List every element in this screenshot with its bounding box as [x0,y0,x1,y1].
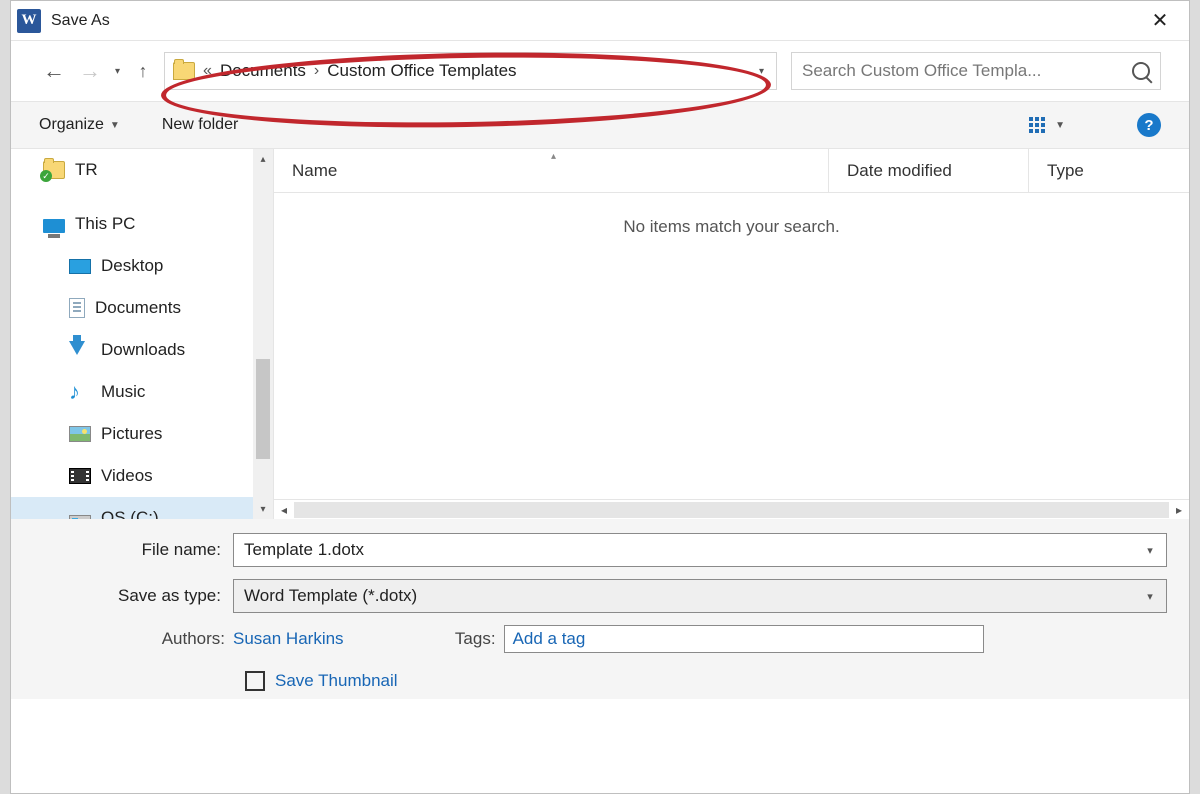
tags-label: Tags: [444,629,504,649]
view-grid-icon [1029,117,1045,133]
column-type[interactable]: Type [1029,149,1189,192]
tree-item-documents[interactable]: Documents [11,287,273,329]
file-list-header: Name ▴ Date modified Type [274,149,1189,193]
nav-forward-button[interactable]: → [75,56,105,86]
new-folder-button[interactable]: New folder [162,116,238,134]
pictures-icon [69,426,91,442]
tree-item-downloads[interactable]: Downloads [11,329,273,371]
pc-icon [43,219,65,233]
tree-item-tr[interactable]: TR [11,149,273,191]
nav-up-button[interactable]: ↑ [128,56,158,86]
organize-button[interactable]: Organize ▼ [39,116,120,134]
tags-input[interactable]: Add a tag [504,625,984,653]
desktop-icon [69,259,91,274]
scroll-right-icon[interactable]: ▸ [1169,503,1189,517]
authors-label: Authors: [133,629,233,649]
music-icon: ♪ [69,383,91,401]
filename-label: File name: [33,540,233,560]
chevron-down-icon: ▼ [1055,120,1065,131]
scroll-thumb[interactable] [256,359,270,459]
scroll-up-icon[interactable]: ▴ [253,149,273,169]
scroll-track[interactable] [294,502,1169,518]
breadcrumb-custom-templates[interactable]: Custom Office Templates [321,61,522,81]
savetype-select[interactable]: Word Template (*.dotx) ▾ [233,579,1167,613]
document-icon [69,298,85,318]
empty-message: No items match your search. [274,193,1189,499]
file-list: Name ▴ Date modified Type No items match… [273,149,1189,519]
tree-item-desktop[interactable]: Desktop [11,245,273,287]
folder-icon [173,62,195,80]
breadcrumb-documents[interactable]: Documents [214,61,312,81]
videos-icon [69,468,91,484]
drive-icon [69,515,91,519]
folder-tree[interactable]: TR This PC Desktop Documents Downloads ♪ [11,149,273,519]
chevron-right-icon: › [314,62,319,80]
breadcrumb-prefix: « [203,62,212,80]
chevron-down-icon: ▼ [110,120,120,131]
chevron-down-icon[interactable]: ▾ [1138,538,1162,562]
tree-item-this-pc[interactable]: This PC [11,203,273,245]
window-title: Save As [51,12,1137,30]
search-input[interactable]: Search Custom Office Templa... [791,52,1161,90]
tree-item-music[interactable]: ♪ Music [11,371,273,413]
tree-item-videos[interactable]: Videos [11,455,273,497]
word-icon [17,9,41,33]
tree-item-pictures[interactable]: Pictures [11,413,273,455]
search-icon [1132,62,1150,80]
column-date-modified[interactable]: Date modified [829,149,1029,192]
save-thumbnail-label[interactable]: Save Thumbnail [275,671,398,691]
filename-input[interactable]: Template 1.dotx ▾ [233,533,1167,567]
column-name[interactable]: Name ▴ [274,149,829,192]
tree-scrollbar[interactable]: ▴ ▾ [253,149,273,519]
nav-row: ← → ▾ ↑ « Documents › Custom Office Temp… [11,41,1189,101]
save-thumbnail-checkbox[interactable] [245,671,265,691]
breadcrumb[interactable]: « Documents › Custom Office Templates ▾ [164,52,777,90]
file-list-hscroll[interactable]: ◂ ▸ [274,499,1189,519]
authors-value[interactable]: Susan Harkins [233,629,344,649]
form-panel: File name: Template 1.dotx ▾ Save as typ… [11,519,1189,699]
download-icon [69,341,91,359]
toolbar: Organize ▼ New folder ▼ ? [11,101,1189,149]
sort-caret-icon: ▴ [551,151,556,162]
folder-icon [43,161,65,179]
nav-back-button[interactable]: ← [39,56,69,86]
savetype-label: Save as type: [33,586,233,606]
scroll-down-icon[interactable]: ▾ [253,499,273,519]
titlebar: Save As ✕ [11,1,1189,41]
save-as-dialog: Save As ✕ ← → ▾ ↑ « Documents › Custom O… [10,0,1190,794]
scroll-left-icon[interactable]: ◂ [274,503,294,517]
search-placeholder: Search Custom Office Templa... [802,61,1126,81]
nav-recent-dropdown[interactable]: ▾ [115,66,120,77]
help-button[interactable]: ? [1137,113,1161,137]
tree-item-os-c[interactable]: OS (C:) [11,497,273,519]
breadcrumb-dropdown[interactable]: ▾ [753,66,770,77]
view-mode-button[interactable]: ▼ [1029,117,1065,133]
main-panel: TR This PC Desktop Documents Downloads ♪ [11,149,1189,519]
close-button[interactable]: ✕ [1137,5,1183,37]
chevron-down-icon[interactable]: ▾ [1138,584,1162,608]
